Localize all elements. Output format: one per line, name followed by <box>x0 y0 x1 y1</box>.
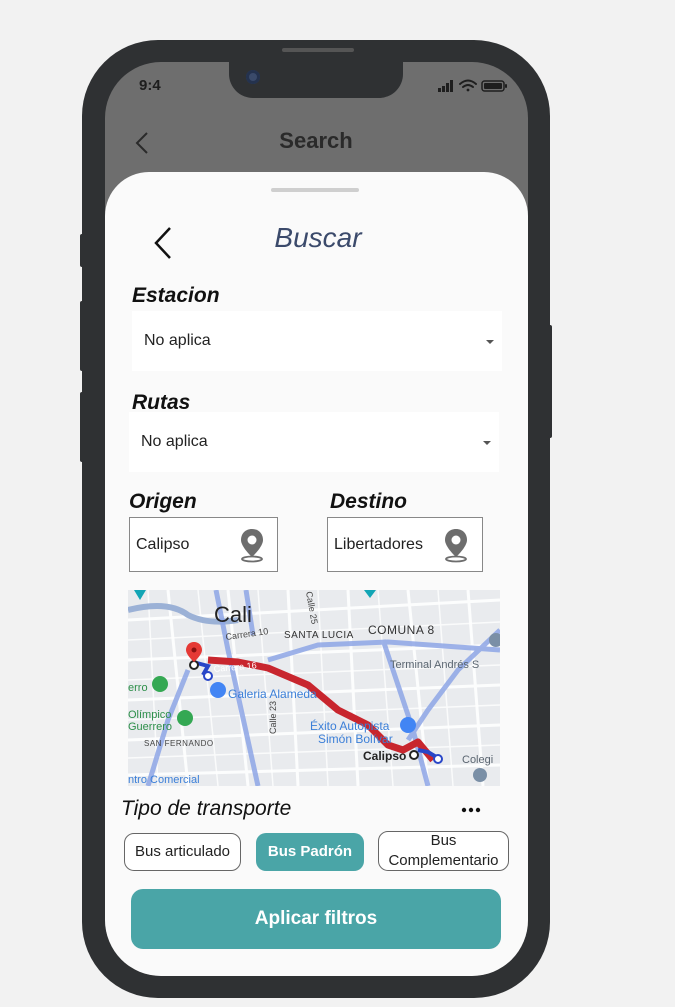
origen-field[interactable]: Calipso <box>129 517 278 572</box>
origen-label: Origen <box>129 490 197 513</box>
wifi-icon <box>459 79 477 92</box>
mute-switch <box>80 234 84 267</box>
apply-filters-button[interactable]: Aplicar filtros <box>131 889 501 949</box>
dropdown-caret-icon <box>486 340 494 344</box>
map-label-exito2: Simón Bolívar <box>318 732 393 746</box>
chip-label: Bus Complementario <box>388 832 499 869</box>
destino-label: Destino <box>330 490 408 513</box>
bg-back-icon <box>135 132 148 154</box>
bg-page-title: Search <box>279 128 353 153</box>
sheet-handle[interactable] <box>271 188 359 192</box>
status-icons <box>438 79 507 92</box>
location-pin-icon[interactable] <box>442 527 470 563</box>
chip-label: Bus articulado <box>134 843 231 860</box>
map-label-terminal: Terminal Andrés S <box>390 659 479 671</box>
front-camera <box>246 70 260 84</box>
power-button <box>548 325 552 438</box>
map-label-san-fernando: SAN FERNANDO <box>144 739 214 748</box>
back-icon[interactable] <box>146 224 180 262</box>
chip-bus-articulado[interactable]: Bus articulado <box>124 833 241 871</box>
tipo-transporte-label: Tipo de transporte <box>121 797 292 820</box>
estacion-value: No aplica <box>144 332 211 349</box>
map-canvas[interactable]: Cali SANTA LUCIA COMUNA 8 Carrera 10 Cal… <box>128 590 500 786</box>
location-pin-icon[interactable] <box>238 527 266 563</box>
status-time: 9:4 <box>139 77 161 94</box>
destino-value: Libertadores <box>334 535 423 553</box>
map-label-calipso: Calipso <box>363 749 406 763</box>
estacion-select[interactable]: No aplica <box>132 311 502 371</box>
map-label-exito1: Éxito Autopista <box>310 718 390 733</box>
rutas-value: No aplica <box>141 433 208 450</box>
map-label-cali: Cali <box>214 602 252 627</box>
map-label-guerrero: Guerrero <box>128 721 172 733</box>
map-label-comercial: ntro Comercial <box>128 774 200 786</box>
route-map[interactable]: Cali SANTA LUCIA COMUNA 8 Carrera 10 Cal… <box>128 590 500 786</box>
volume-up-button <box>80 301 84 371</box>
sheet-title: Buscar <box>274 222 362 253</box>
chip-bus-padron[interactable]: Bus Padrón <box>256 833 364 871</box>
more-options-icon[interactable] <box>459 806 483 814</box>
map-label-olimpico: Olímpico <box>128 709 171 721</box>
destino-field[interactable]: Libertadores <box>327 517 483 572</box>
volume-down-button <box>80 392 84 462</box>
estacion-label: Estacion <box>132 284 220 307</box>
chip-label: Bus Padrón <box>267 843 353 860</box>
chip-bus-complementario[interactable]: Bus Complementario <box>378 831 509 871</box>
rutas-select[interactable]: No aplica <box>129 412 499 472</box>
map-label-comuna8: COMUNA 8 <box>368 623 435 637</box>
map-label-colegio: Colegi <box>462 754 493 766</box>
map-label-santa-lucia: SANTA LUCIA <box>284 630 354 641</box>
origen-value: Calipso <box>136 535 190 553</box>
dropdown-caret-icon <box>483 441 491 445</box>
map-label-calle23: Calle 23 <box>268 701 278 734</box>
map-label-erro: erro <box>128 682 148 694</box>
signal-icon <box>438 80 453 92</box>
battery-icon <box>481 80 507 92</box>
speaker <box>282 48 354 52</box>
map-label-galeria: Galeria Alameda <box>228 687 317 701</box>
